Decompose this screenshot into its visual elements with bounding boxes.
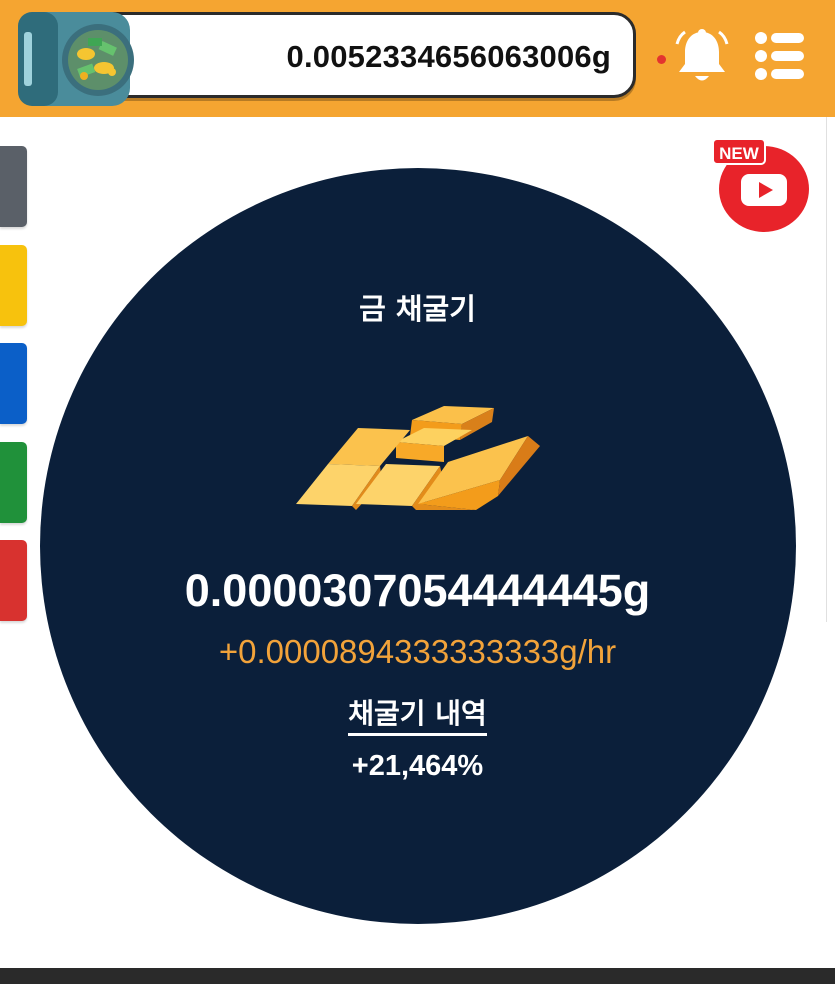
youtube-play-icon <box>741 174 787 206</box>
side-tab-gray[interactable] <box>0 146 27 227</box>
bottom-bar <box>0 968 835 984</box>
balance-display[interactable]: 0.0052334656063006g <box>92 12 636 98</box>
vault-money-icon[interactable] <box>14 10 136 108</box>
menu-list-icon[interactable] <box>754 30 806 82</box>
mining-history-label: 채굴기 내역 <box>348 697 487 736</box>
scrollbar[interactable] <box>826 117 835 622</box>
gold-bars-icon <box>296 406 540 510</box>
mining-rate: +0.0000894333333333g/hr <box>218 633 617 670</box>
notification-dot <box>657 55 666 64</box>
mined-amount: 0.0000307054444445g <box>184 565 651 616</box>
miner-circle <box>40 168 796 924</box>
side-tab-green[interactable] <box>0 442 27 523</box>
mining-history-link[interactable]: 채굴기 내역 <box>0 692 835 736</box>
miner-title: 금 채굴기 <box>359 292 476 326</box>
top-header: 0.0052334656063006g <box>0 0 835 117</box>
bell-icon[interactable] <box>675 28 729 86</box>
new-badge: NEW <box>712 138 766 165</box>
profit-percent: +21,464% <box>351 750 484 782</box>
balance-value: 0.0052334656063006g <box>286 39 611 74</box>
side-tab-blue[interactable] <box>0 343 27 424</box>
